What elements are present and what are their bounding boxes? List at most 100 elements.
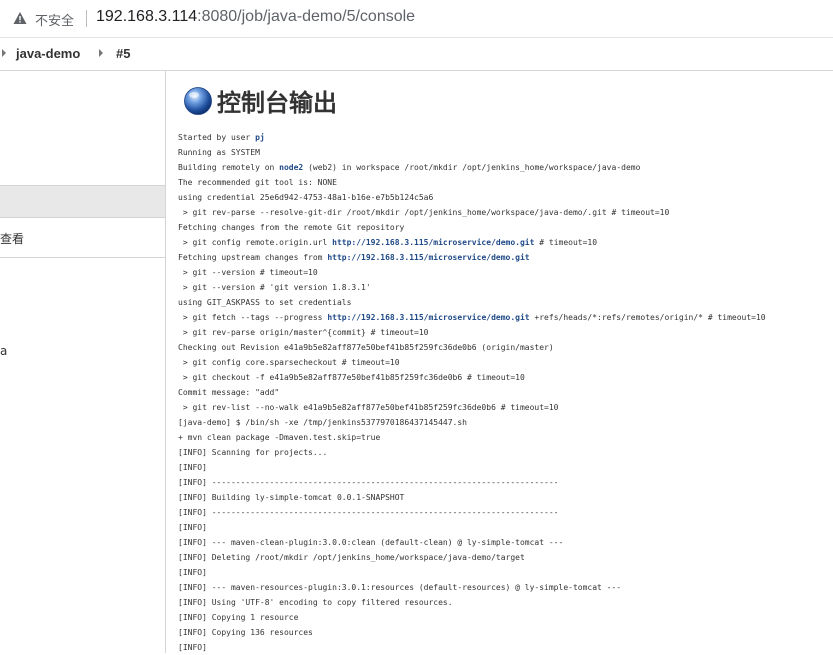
blue-ball-icon (184, 87, 212, 115)
console-line: [INFO] Copying 136 resources (178, 625, 766, 640)
console-line: > git checkout -f e41a9b5e82aff877e50bef… (178, 370, 766, 385)
console-text: [INFO] Scanning for projects... (178, 448, 328, 457)
console-text: Fetching changes from the remote Git rep… (178, 223, 405, 232)
security-label[interactable]: 不安全 (35, 10, 74, 29)
console-line: > git fetch --tags --progress http://192… (178, 310, 766, 325)
console-line: Checking out Revision e41a9b5e82aff877e5… (178, 340, 766, 355)
console-text: > git config core.sparsecheckout # timeo… (178, 358, 400, 367)
console-link[interactable]: pj (255, 133, 265, 142)
console-link[interactable]: http://192.168.3.115/microservice/demo.g… (327, 313, 529, 322)
console-line: [INFO] ---------------------------------… (178, 505, 766, 520)
console-text: +refs/heads/*:refs/remotes/origin/* # ti… (529, 313, 766, 322)
url-host: 192.168.3.114 (96, 8, 198, 25)
console-line: Fetching changes from the remote Git rep… (178, 220, 766, 235)
console-line: using GIT_ASKPASS to set credentials (178, 295, 766, 310)
console-line: The recommended git tool is: NONE (178, 175, 766, 190)
console-text: [INFO] Deleting /root/mkdir /opt/jenkins… (178, 553, 525, 562)
console-text: Checking out Revision e41a9b5e82aff877e5… (178, 343, 554, 352)
console-line: > git rev-parse --resolve-git-dir /root/… (178, 205, 766, 220)
console-text: > git rev-parse --resolve-git-dir /root/… (178, 208, 670, 217)
breadcrumb-build[interactable]: #5 (116, 46, 130, 61)
console-line: [INFO] Building ly-simple-tomcat 0.0.1-S… (178, 490, 766, 505)
address-bar[interactable]: 不安全 192.168.3.114:8080/job/java-demo/5/c… (0, 0, 833, 38)
console-line: > git config core.sparsecheckout # timeo… (178, 355, 766, 370)
console-text: (web2) in workspace /root/mkdir /opt/jen… (303, 163, 641, 172)
console-line: [INFO] Using 'UTF-8' encoding to copy fi… (178, 595, 766, 610)
sidebar-item-view[interactable]: 查看 (0, 223, 165, 254)
chevron-right-icon[interactable] (99, 49, 103, 57)
sidebar-item-link[interactable]: ​ (0, 261, 165, 292)
console-line: Building remotely on node2 (web2) in wor… (178, 160, 766, 175)
console-line: Started by user pj (178, 130, 766, 145)
console-text: > git rev-list --no-walk e41a9b5e82aff87… (178, 403, 559, 412)
console-text: [INFO] ---------------------------------… (178, 508, 559, 517)
console-text: [INFO] ---------------------------------… (178, 478, 559, 487)
console-text: [INFO] Building ly-simple-tomcat 0.0.1-S… (178, 493, 405, 502)
console-text: The recommended git tool is: NONE (178, 178, 337, 187)
console-line: Fetching upstream changes from http://19… (178, 250, 766, 265)
console-text: [INFO] --- maven-resources-plugin:3.0.1:… (178, 583, 622, 592)
main-panel: 控制台输出 Started by user pj Running as SYSTE… (178, 71, 828, 653)
console-line: [INFO] --- maven-resources-plugin:3.0.1:… (178, 580, 766, 595)
console-text: [INFO] (178, 643, 207, 652)
console-text: > git config remote.origin.url (178, 238, 333, 247)
warning-icon[interactable] (13, 11, 27, 25)
side-panel: 查看 ​ a (0, 71, 166, 653)
console-link[interactable]: http://192.168.3.115/microservice/demo.g… (327, 253, 529, 262)
console-line: Running as SYSTEM (178, 145, 766, 160)
console-text: using credential 25e6d942-4753-48a1-b16e… (178, 193, 434, 202)
url-path: :8080/job/java-demo/5/console (197, 8, 416, 25)
console-text: > git rev-parse origin/master^{commit} #… (178, 328, 429, 337)
console-line: [INFO] Copying 1 resource (178, 610, 766, 625)
console-line: [INFO] (178, 460, 766, 475)
console-line: > git rev-list --no-walk e41a9b5e82aff87… (178, 400, 766, 415)
console-text: > git --version # timeout=10 (178, 268, 318, 277)
console-text: > git --version # 'git version 1.8.3.1' (178, 283, 371, 292)
console-text: Building remotely on (178, 163, 280, 172)
console-text: # timeout=10 (534, 238, 598, 247)
sidebar-item-label: a (0, 344, 8, 358)
console-line: [INFO] (178, 520, 766, 535)
console-line: > git rev-parse origin/master^{commit} #… (178, 325, 766, 340)
chevron-right-icon[interactable] (2, 49, 6, 57)
console-line: [INFO] --- maven-clean-plugin:3.0.0:clea… (178, 535, 766, 550)
console-text: > git fetch --tags --progress (178, 313, 328, 322)
sidebar-item-console-output[interactable] (0, 185, 165, 218)
console-line: [java-demo] $ /bin/sh -xe /tmp/jenkins53… (178, 415, 766, 430)
console-text: [INFO] Copying 1 resource (178, 613, 299, 622)
console-line: > git config remote.origin.url http://19… (178, 235, 766, 250)
console-text: [INFO] --- maven-clean-plugin:3.0.0:clea… (178, 538, 564, 547)
breadcrumb-job[interactable]: java-demo (16, 46, 80, 61)
console-text: [INFO] (178, 463, 207, 472)
console-text: using GIT_ASKPASS to set credentials (178, 298, 352, 307)
console-line: Commit message: "add" (178, 385, 766, 400)
console-output: Started by user pj Running as SYSTEM Build… (178, 130, 766, 655)
page-title: 控制台输出 (217, 89, 337, 117)
console-line: > git --version # 'git version 1.8.3.1' (178, 280, 766, 295)
console-line: using credential 25e6d942-4753-48a1-b16e… (178, 190, 766, 205)
console-text: + mvn clean package -Dmaven.test.skip=tr… (178, 433, 381, 442)
console-line: [INFO] Deleting /root/mkdir /opt/jenkins… (178, 550, 766, 565)
console-line: + mvn clean package -Dmaven.test.skip=tr… (178, 430, 766, 445)
console-text: Running as SYSTEM (178, 148, 260, 157)
console-text: [java-demo] $ /bin/sh -xe /tmp/jenkins53… (178, 418, 467, 427)
console-link[interactable]: node2 (279, 163, 303, 172)
console-line: [INFO] ---------------------------------… (178, 475, 766, 490)
console-line: [INFO] (178, 565, 766, 580)
console-text: [INFO] (178, 523, 207, 532)
console-text: [INFO] (178, 568, 207, 577)
url-text[interactable]: 192.168.3.114:8080/job/java-demo/5/conso… (96, 8, 415, 26)
sidebar-item-link[interactable]: a (0, 337, 165, 368)
console-text: > git checkout -f e41a9b5e82aff877e50bef… (178, 373, 525, 382)
console-text: Fetching upstream changes from (178, 253, 328, 262)
console-text: Commit message: "add" (178, 388, 280, 397)
console-text: Started by user (178, 133, 256, 142)
sidebar-item-label: 查看 (0, 232, 25, 246)
breadcrumb: java-demo #5 (0, 38, 833, 71)
sidebar-divider (0, 257, 165, 258)
console-text: [INFO] Using 'UTF-8' encoding to copy fi… (178, 598, 453, 607)
console-line: [INFO] Scanning for projects... (178, 445, 766, 460)
console-text: [INFO] Copying 136 resources (178, 628, 313, 637)
console-line: > git --version # timeout=10 (178, 265, 766, 280)
console-link[interactable]: http://192.168.3.115/microservice/demo.g… (332, 238, 534, 247)
